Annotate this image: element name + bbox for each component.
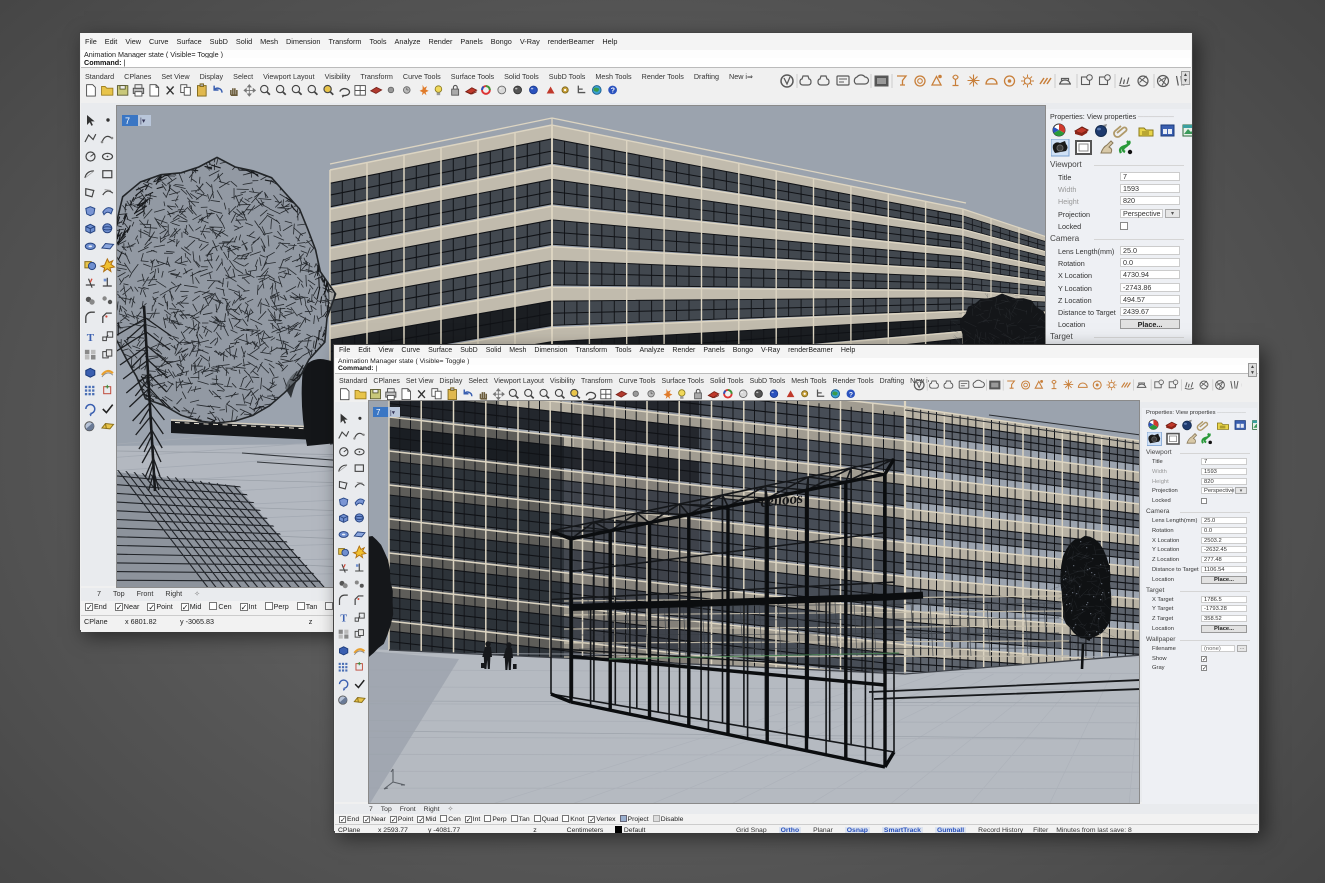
svg-text:7: 7	[376, 408, 381, 417]
svg-text:?: ?	[611, 88, 615, 95]
svg-text:T: T	[340, 614, 347, 625]
svg-text:|▾: |▾	[140, 118, 146, 125]
svg-text:?: ?	[849, 391, 853, 398]
svg-text:|▾: |▾	[390, 410, 396, 417]
svg-text:7: 7	[125, 116, 130, 126]
svg-text:T: T	[87, 332, 95, 344]
